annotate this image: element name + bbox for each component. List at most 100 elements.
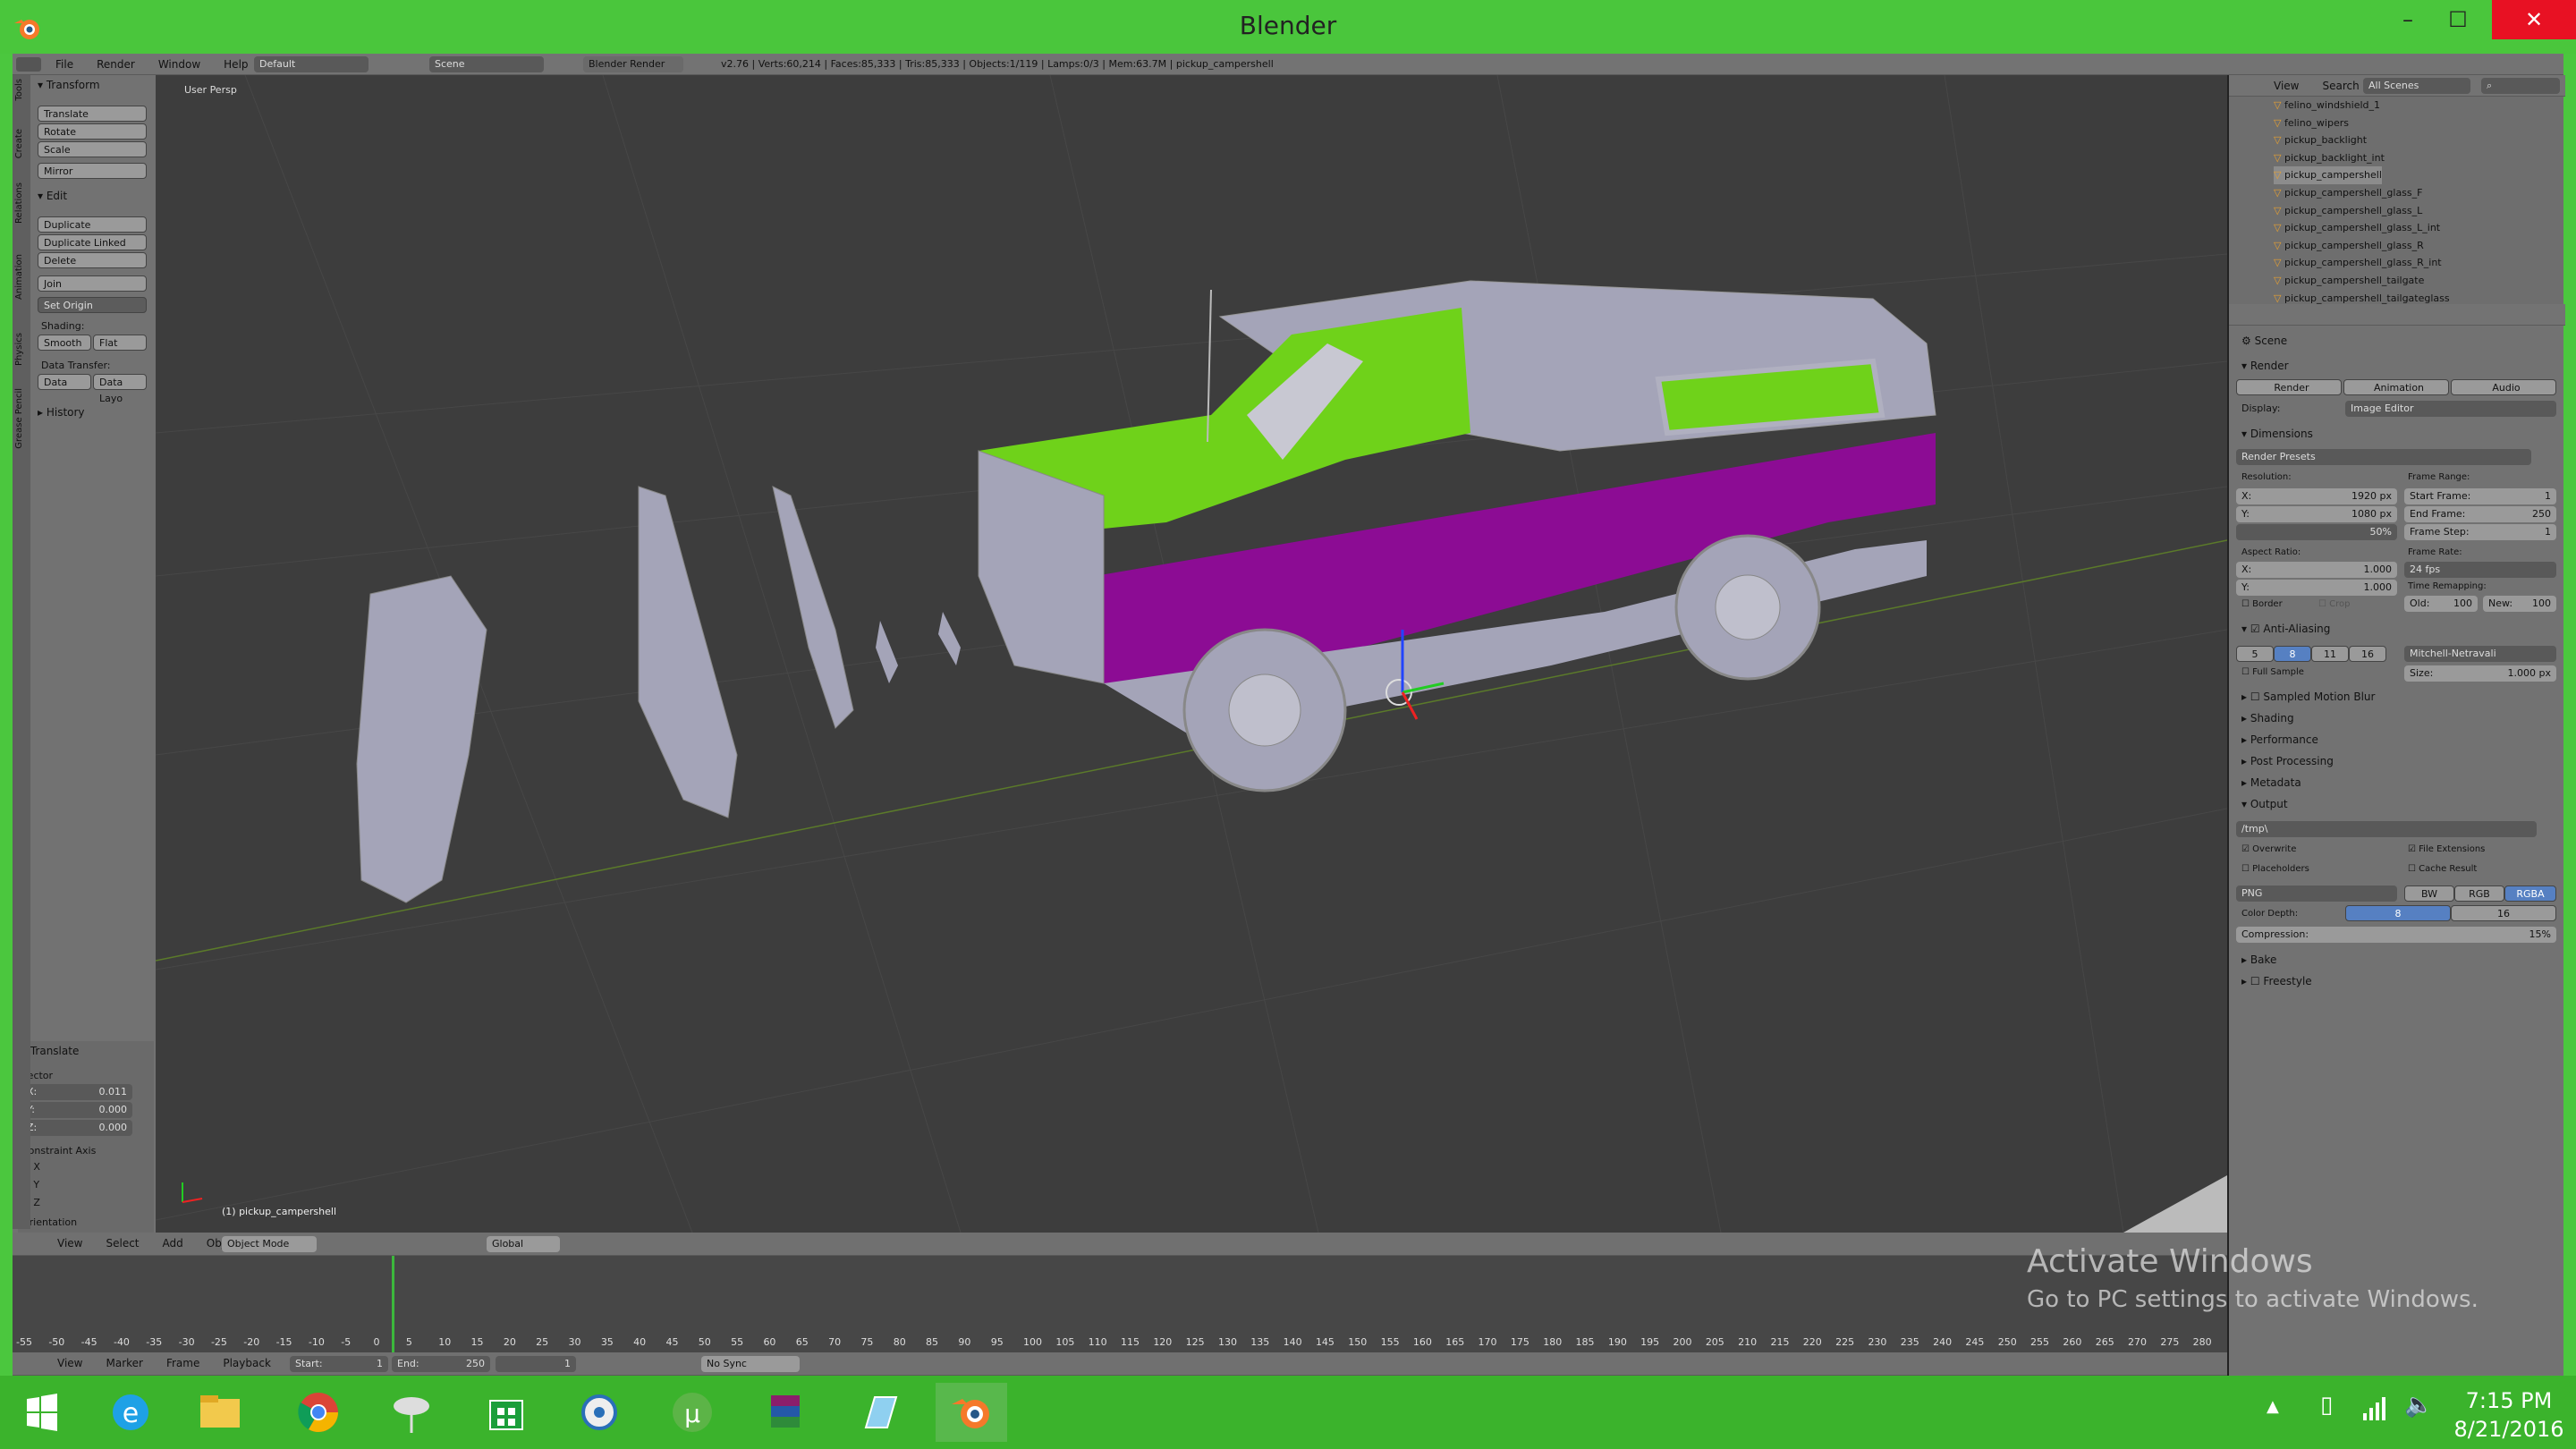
render-button[interactable]: Render xyxy=(2236,379,2342,395)
audio-button[interactable]: Audio xyxy=(2451,379,2556,395)
end-frame-field[interactable]: End: 250 xyxy=(392,1356,490,1372)
3d-viewport[interactable]: User Persp (1) pickup_campershell xyxy=(156,75,2227,1233)
border-checkbox[interactable]: ☐ Border xyxy=(2241,599,2283,609)
post-processing-panel-header[interactable]: ▸ Post Processing xyxy=(2241,755,2334,767)
resolution-y-field[interactable]: Y: 1080 px xyxy=(2236,506,2397,522)
resolution-percent-field[interactable]: 50% xyxy=(2236,524,2397,540)
chrome-icon[interactable] xyxy=(283,1383,354,1442)
overwrite-checkbox[interactable]: ☑ Overwrite xyxy=(2241,844,2296,854)
outliner-item[interactable]: ▽ pickup_backlight xyxy=(2274,131,2367,149)
tl-menu-frame[interactable]: Frame xyxy=(166,1357,199,1369)
current-frame-field[interactable]: 1 xyxy=(496,1356,576,1372)
vector-x-field[interactable]: X: 0.011 xyxy=(21,1084,132,1100)
data-layout-button[interactable]: Data Layo xyxy=(93,374,147,404)
scale-button[interactable]: Scale xyxy=(38,141,147,157)
outliner-menu-view[interactable]: View xyxy=(2274,80,2299,92)
remap-new-field[interactable]: New: 100 xyxy=(2483,596,2556,612)
remap-old-field[interactable]: Old: 100 xyxy=(2404,596,2478,612)
start-frame-field[interactable]: Start: 1 xyxy=(290,1356,388,1372)
mode-select[interactable]: Object Mode xyxy=(222,1236,317,1252)
menu-help[interactable]: Help xyxy=(224,58,248,71)
sync-select[interactable]: No Sync xyxy=(701,1356,800,1372)
aa-filter-select[interactable]: Mitchell-Netravali xyxy=(2404,646,2556,662)
menu-window[interactable]: Window xyxy=(158,58,200,71)
outliner-item[interactable]: ▽ pickup_campershell_tailgate xyxy=(2274,272,2424,290)
vp-menu-view[interactable]: View xyxy=(57,1237,82,1250)
media-app-icon[interactable] xyxy=(564,1383,635,1442)
tab-grease-pencil[interactable]: Grease Pencil xyxy=(14,388,29,449)
animation-button[interactable]: Animation xyxy=(2343,379,2449,395)
outliner-menu-search[interactable]: Search xyxy=(2322,80,2359,92)
signal-icon[interactable] xyxy=(2361,1395,2388,1422)
data-button[interactable]: Data xyxy=(38,374,91,390)
winrar-icon[interactable] xyxy=(750,1383,821,1442)
duplicate-button[interactable]: Duplicate xyxy=(38,216,147,233)
orientation-select[interactable]: Global xyxy=(487,1236,560,1252)
tl-menu-view[interactable]: View xyxy=(57,1357,82,1369)
compression-slider[interactable]: Compression: 15% xyxy=(2236,927,2556,943)
anti-aliasing-header[interactable]: ▾ ☑ Anti-Aliasing xyxy=(2241,623,2330,635)
depth-8-button[interactable]: 8 xyxy=(2345,905,2451,921)
clock-date[interactable]: 8/21/2016 xyxy=(2451,1417,2567,1442)
edit-panel-header[interactable]: ▾ Edit xyxy=(38,190,67,202)
aspect-y-field[interactable]: Y: 1.000 xyxy=(2236,580,2397,596)
depth-16-button[interactable]: 16 xyxy=(2451,905,2556,921)
close-button[interactable]: ✕ xyxy=(2492,0,2576,39)
full-sample-checkbox[interactable]: ☐ Full Sample xyxy=(2241,667,2304,677)
aa-size-field[interactable]: Size: 1.000 px xyxy=(2404,665,2556,682)
join-button[interactable]: Join xyxy=(38,275,147,292)
internet-explorer-icon[interactable]: e xyxy=(95,1383,166,1442)
flat-button[interactable]: Flat xyxy=(93,335,147,351)
vp-menu-select[interactable]: Select xyxy=(106,1237,139,1250)
outliner-item[interactable]: ▽ pickup_backlight_int xyxy=(2274,149,2385,167)
resolution-x-field[interactable]: X: 1920 px xyxy=(2236,488,2397,504)
freestyle-panel-header[interactable]: ▸ ☐ Freestyle xyxy=(2241,975,2312,987)
set-origin-button[interactable]: Set Origin xyxy=(38,297,147,313)
outliner-search-input[interactable]: ⌕ xyxy=(2481,78,2560,94)
menu-render[interactable]: Render xyxy=(97,58,135,71)
aa-samples-11[interactable]: 11 xyxy=(2311,646,2349,662)
outliner-item[interactable]: ▽ pickup_campershell_glass_R xyxy=(2274,237,2424,255)
tab-relations[interactable]: Relations xyxy=(14,182,29,224)
file-explorer-icon[interactable] xyxy=(184,1383,256,1442)
bake-panel-header[interactable]: ▸ Bake xyxy=(2241,953,2276,966)
start-frame-prop[interactable]: Start Frame: 1 xyxy=(2404,488,2556,504)
vector-y-field[interactable]: Y: 0.000 xyxy=(21,1102,132,1118)
outliner-item[interactable]: ▽ pickup_campershell_glass_L xyxy=(2274,202,2422,220)
outliner-item[interactable]: ▽ pickup_campershell_glass_L_int xyxy=(2274,219,2440,237)
blender-taskbar-button[interactable] xyxy=(936,1383,1007,1442)
utorrent-icon[interactable]: µ xyxy=(657,1383,728,1442)
file-format-select[interactable]: PNG xyxy=(2236,886,2397,902)
properties-tabs[interactable] xyxy=(2229,304,2565,326)
device-icon[interactable]: ▯ xyxy=(2320,1392,2333,1419)
editor-type-icon[interactable] xyxy=(16,57,41,72)
outliner-item[interactable]: ▽ felino_wipers xyxy=(2274,114,2349,132)
show-hidden-icons-icon[interactable]: ▲ xyxy=(2267,1397,2279,1416)
store-icon[interactable] xyxy=(470,1383,542,1442)
vp-menu-add[interactable]: Add xyxy=(163,1237,183,1250)
notepad-app-icon[interactable] xyxy=(844,1383,916,1442)
render-panel-header[interactable]: ▾ Render xyxy=(2241,360,2289,372)
duplicate-linked-button[interactable]: Duplicate Linked xyxy=(38,234,147,250)
metadata-panel-header[interactable]: ▸ Metadata xyxy=(2241,776,2301,789)
tab-tools[interactable]: Tools xyxy=(14,79,29,101)
color-bw-button[interactable]: BW xyxy=(2404,886,2454,902)
render-engine-select[interactable]: Blender Render xyxy=(583,56,683,72)
frame-step-prop[interactable]: Frame Step: 1 xyxy=(2404,524,2556,540)
layout-field[interactable]: Default xyxy=(254,56,369,72)
end-frame-prop[interactable]: End Frame: 250 xyxy=(2404,506,2556,522)
placeholders-checkbox[interactable]: ☐ Placeholders xyxy=(2241,864,2309,874)
mirror-button[interactable]: Mirror xyxy=(38,163,147,179)
rotate-button[interactable]: Rotate xyxy=(38,123,147,140)
frame-rate-select[interactable]: 24 fps xyxy=(2404,562,2556,578)
tl-menu-marker[interactable]: Marker xyxy=(106,1357,142,1369)
transform-panel-header[interactable]: ▾ Transform xyxy=(38,79,100,91)
aa-samples-5[interactable]: 5 xyxy=(2236,646,2274,662)
network-app-icon[interactable] xyxy=(376,1383,447,1442)
menu-file[interactable]: File xyxy=(55,58,73,71)
aa-samples-16[interactable]: 16 xyxy=(2349,646,2386,662)
tab-physics[interactable]: Physics xyxy=(14,333,29,366)
color-rgba-button[interactable]: RGBA xyxy=(2504,886,2556,902)
crop-checkbox[interactable]: ☐ Crop xyxy=(2318,599,2351,609)
delete-button[interactable]: Delete xyxy=(38,252,147,268)
